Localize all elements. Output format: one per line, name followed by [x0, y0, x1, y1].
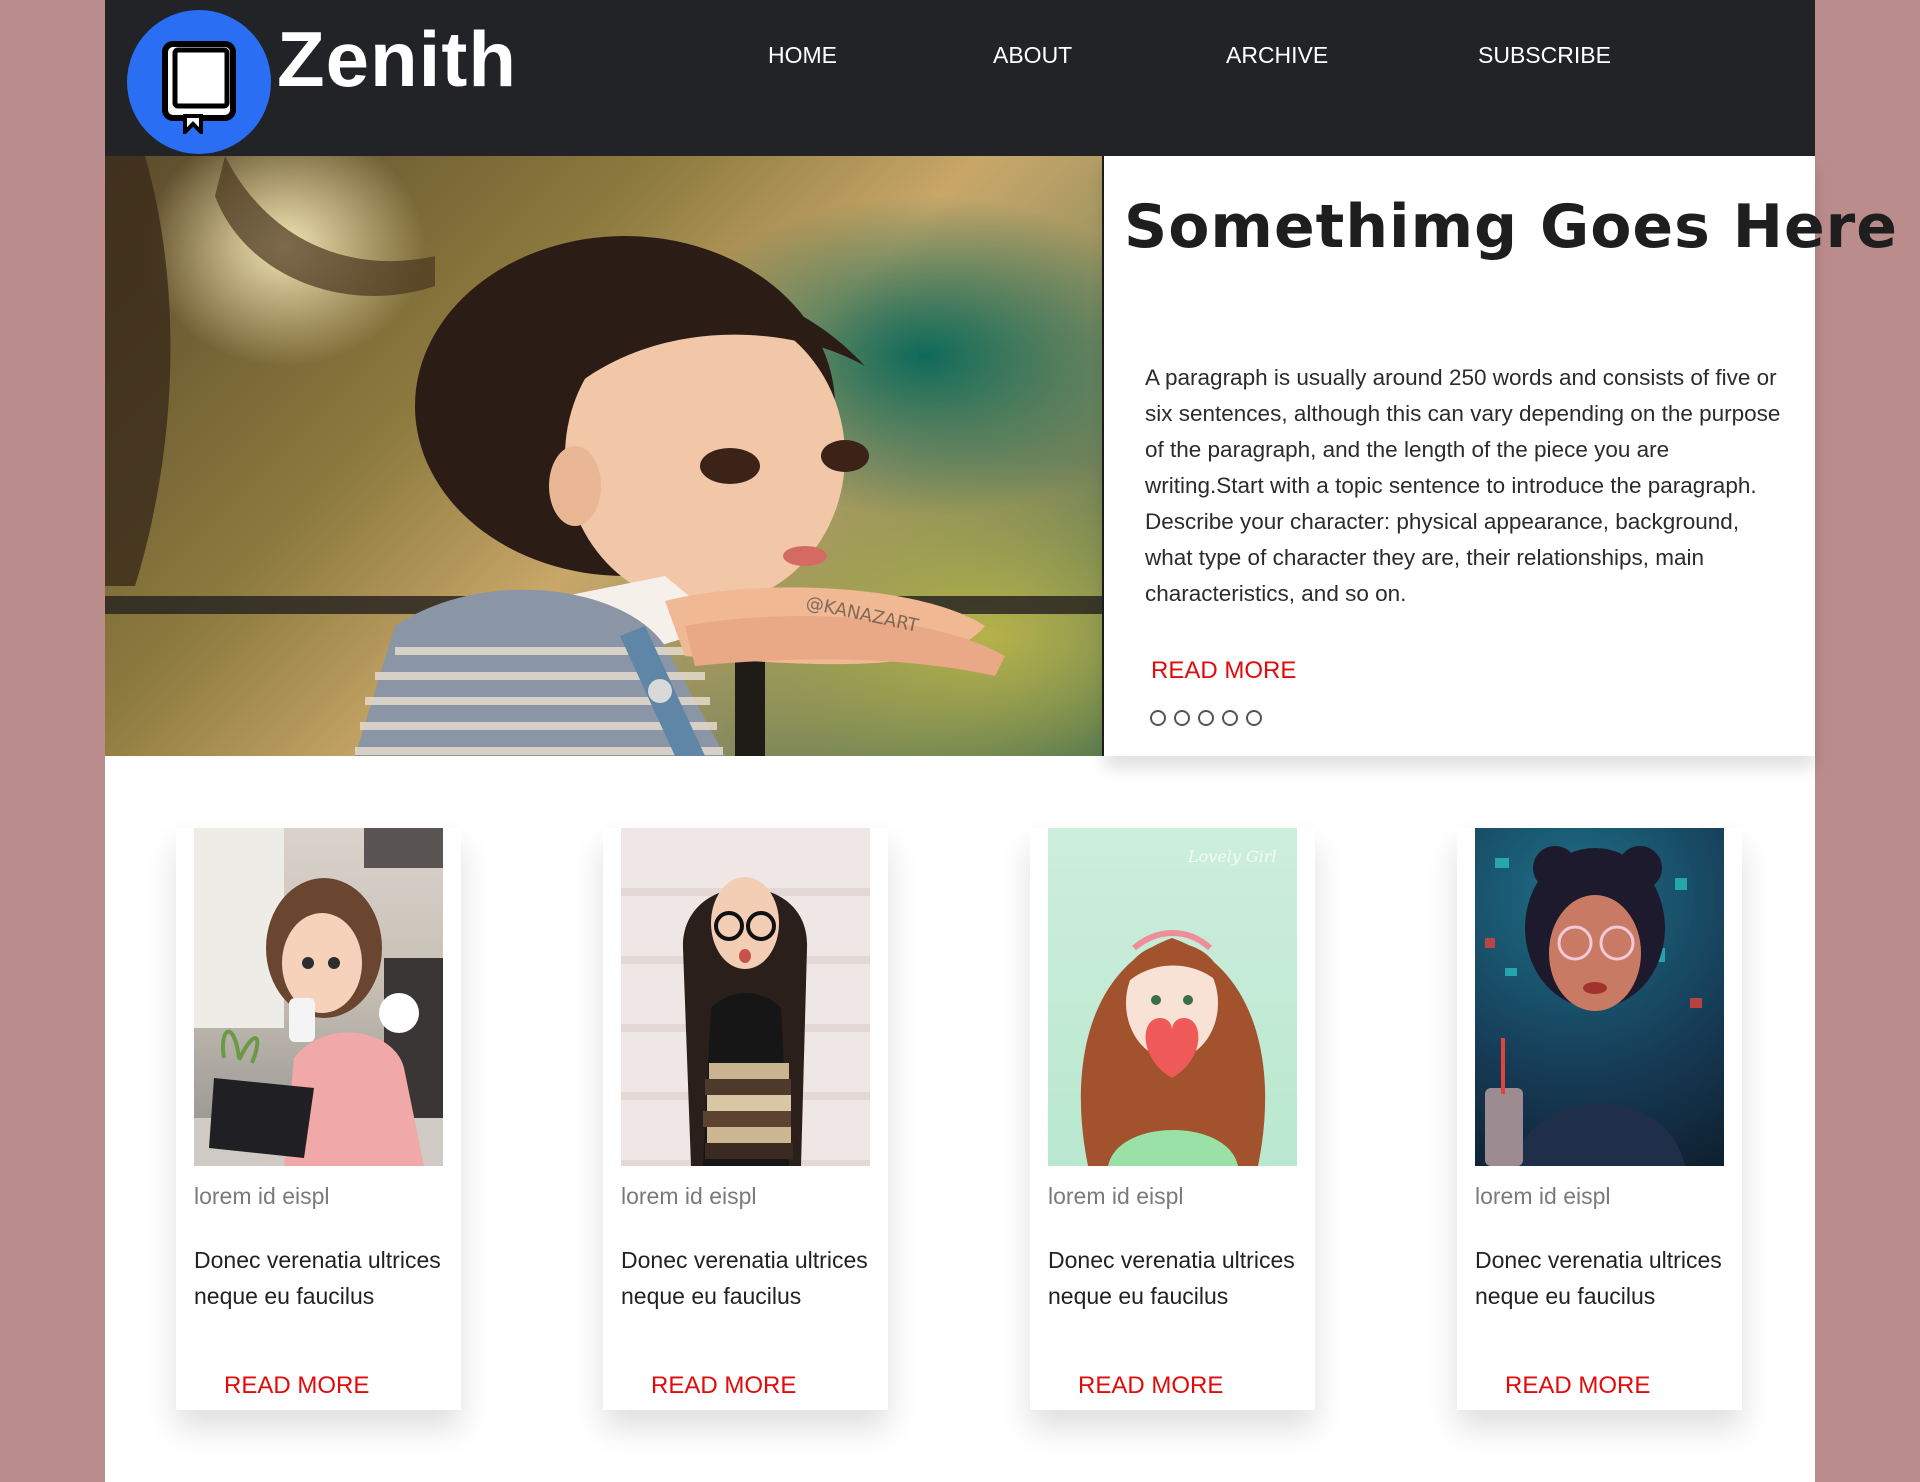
- slider-dot[interactable]: [1246, 710, 1262, 726]
- post-card-image[interactable]: [621, 828, 870, 1166]
- post-card-read-more-link[interactable]: READ MORE: [651, 1372, 796, 1400]
- brand-name[interactable]: Zenith: [277, 14, 517, 104]
- nav-subscribe[interactable]: SUBSCRIBE: [1478, 40, 1611, 70]
- navbar: Zenith HOME ABOUT ARCHIVE SUBSCRIBE: [105, 0, 1815, 156]
- post-card-category: lorem id eispl: [1475, 1183, 1611, 1209]
- nav-archive[interactable]: ARCHIVE: [1226, 40, 1328, 70]
- post-card-image[interactable]: Lovely Girl: [1048, 828, 1297, 1166]
- post-card-image[interactable]: [194, 828, 443, 1166]
- post-card-title[interactable]: Donec verenatia ultrices neque eu faucil…: [621, 1242, 871, 1314]
- post-card-read-more-link[interactable]: READ MORE: [224, 1372, 369, 1400]
- post-card-title[interactable]: Donec verenatia ultrices neque eu faucil…: [194, 1242, 444, 1314]
- hero-image: @KANAZART: [105, 156, 1103, 756]
- slider-dot[interactable]: [1198, 710, 1214, 726]
- girl-with-books-illustration: [682, 877, 808, 1166]
- girl-with-heart-illustration: Lovely Girl: [1080, 847, 1277, 1166]
- post-card-title[interactable]: Donec verenatia ultrices neque eu faucil…: [1048, 1242, 1298, 1314]
- slider-dot[interactable]: [1150, 710, 1166, 726]
- logo[interactable]: [127, 10, 271, 154]
- post-card: lorem id eispl Donec verenatia ultrices …: [603, 828, 888, 1410]
- post-card: lorem id eispl Donec verenatia ultrices …: [176, 828, 461, 1410]
- post-card-category: lorem id eispl: [194, 1183, 330, 1209]
- girl-with-tablet-illustration: [194, 828, 443, 1166]
- hero-title: Somethimg Goes Here: [1124, 192, 1898, 262]
- girl-with-glasses-illustration: [1485, 846, 1702, 1166]
- slider-dot[interactable]: [1174, 710, 1190, 726]
- page: Zenith HOME ABOUT ARCHIVE SUBSCRIBE @KAN…: [105, 0, 1897, 1482]
- post-card: Lovely Girl lorem id eispl Donec verenat…: [1030, 828, 1315, 1410]
- post-card-image[interactable]: [1475, 828, 1724, 1166]
- nav-home[interactable]: HOME: [768, 40, 837, 70]
- post-card-read-more-link[interactable]: READ MORE: [1078, 1372, 1223, 1400]
- post-card-title[interactable]: Donec verenatia ultrices neque eu faucil…: [1475, 1242, 1725, 1314]
- nav-about[interactable]: ABOUT: [993, 40, 1072, 70]
- hero-illustration: @KANAZART: [105, 156, 1103, 756]
- slider-dot[interactable]: [1222, 710, 1238, 726]
- hero-read-more-link[interactable]: READ MORE: [1151, 657, 1296, 685]
- post-card-read-more-link[interactable]: READ MORE: [1505, 1372, 1650, 1400]
- book-icon: [162, 41, 236, 134]
- post-card: lorem id eispl Donec verenatia ultrices …: [1457, 828, 1742, 1410]
- hero-panel: Somethimg Goes Here A paragraph is usual…: [1104, 156, 1897, 756]
- post-card-category: lorem id eispl: [621, 1183, 757, 1209]
- card-image-caption: Lovely Girl: [1187, 847, 1277, 866]
- hero-paragraph: A paragraph is usually around 250 words …: [1145, 365, 1781, 606]
- slider-dots: [1150, 710, 1262, 726]
- post-card-category: lorem id eispl: [1048, 1183, 1184, 1209]
